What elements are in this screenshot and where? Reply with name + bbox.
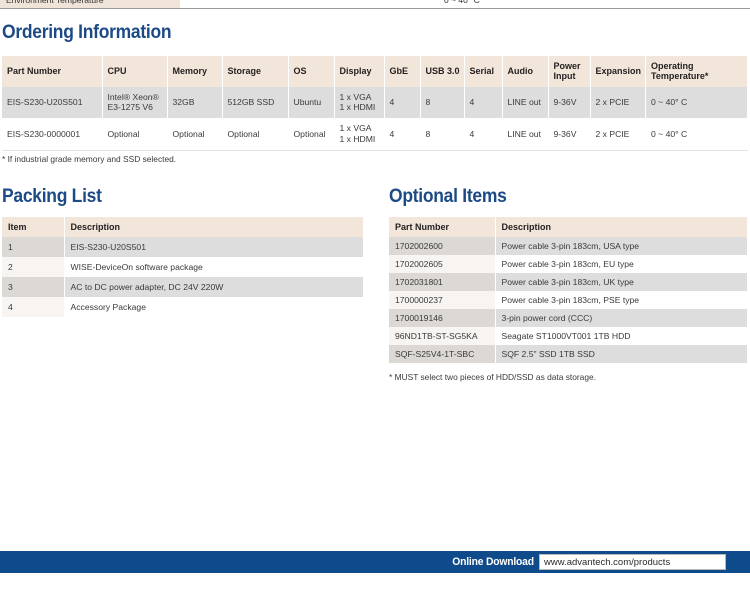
datasheet-page: Environment Temperature 0 ~ 40° C Orderi… <box>0 0 750 591</box>
cell-audio: LINE out <box>502 118 549 151</box>
table-row: 1702031801 Power cable 3-pin 183cm, UK t… <box>389 273 748 291</box>
cell-gbe: 4 <box>384 86 421 119</box>
table-row: 1 EIS-S230-U20S501 <box>2 237 364 257</box>
cell-description: Power cable 3-pin 183cm, USA type <box>495 237 748 255</box>
table-row: 96ND1TB-ST-SG5KA Seagate ST1000VT001 1TB… <box>389 327 748 345</box>
cell-power-input: 9-36V <box>548 118 591 151</box>
col-serial: Serial <box>464 56 503 87</box>
col-usb3: USB 3.0 <box>420 56 465 87</box>
packing-list-table: Item Description 1 EIS-S230-U20S501 2 WI… <box>2 217 364 317</box>
table-row: 1702002600 Power cable 3-pin 183cm, USA … <box>389 237 748 255</box>
col-operating-temperature: Operating Temperature* <box>645 56 748 87</box>
cell-expansion: 2 x PCIE <box>590 86 647 119</box>
packing-list-title: Packing List <box>2 186 102 207</box>
cell-operating-temperature: 0 ~ 40° C <box>645 118 748 151</box>
table-row: 2 WISE-DeviceOn software package <box>2 257 364 277</box>
col-display: Display <box>334 56 385 87</box>
cell-description: EIS-S230-U20S501 <box>64 237 364 257</box>
cell-item: 1 <box>2 237 65 257</box>
optional-items-table: Part Number Description 1702002600 Power… <box>389 217 748 363</box>
table-row: 1700000237 Power cable 3-pin 183cm, PSE … <box>389 291 748 309</box>
cell-audio: LINE out <box>502 86 549 119</box>
col-power-input: Power Input <box>548 56 591 87</box>
cell-description: Accessory Package <box>64 297 364 317</box>
cell-os: Ubuntu <box>288 86 335 119</box>
cell-display: 1 x VGA 1 x HDMI <box>334 118 385 151</box>
cell-gbe: 4 <box>384 118 421 151</box>
cell-part-number: 1700000237 <box>389 291 496 309</box>
col-part-number: Part Number <box>389 217 496 237</box>
table-header-row: Item Description <box>2 217 364 237</box>
top-cutoff-spec-row: Environment Temperature 0 ~ 40° C <box>0 0 750 9</box>
cell-part-number: 1702002600 <box>389 237 496 255</box>
footer-bar: Online Download www.advantech.com/produc… <box>0 551 750 573</box>
cell-memory: 32GB <box>167 86 223 119</box>
cell-serial: 4 <box>464 86 503 119</box>
cell-usb3: 8 <box>420 118 465 151</box>
cell-part-number: 96ND1TB-ST-SG5KA <box>389 327 496 345</box>
cell-description: SQF 2.5" SSD 1TB SSD <box>495 345 748 363</box>
cell-serial: 4 <box>464 118 503 151</box>
table-row: 1702002605 Power cable 3-pin 183cm, EU t… <box>389 255 748 273</box>
online-download-label: Online Download <box>452 556 534 568</box>
cell-cpu: Intel® Xeon® E3-1275 V6 <box>102 86 168 119</box>
ordering-information-title: Ordering Information <box>2 22 172 43</box>
table-row: SQF-S25V4-1T-SBC SQF 2.5" SSD 1TB SSD <box>389 345 748 363</box>
col-expansion: Expansion <box>590 56 647 87</box>
col-os: OS <box>288 56 335 87</box>
col-cpu: CPU <box>102 56 168 87</box>
cell-storage: Optional <box>222 118 289 151</box>
spec-row-label: Environment Temperature <box>0 0 180 8</box>
cell-description: 3-pin power cord (CCC) <box>495 309 748 327</box>
cell-item: 3 <box>2 277 65 297</box>
cell-usb3: 8 <box>420 86 465 119</box>
download-url-field[interactable]: www.advantech.com/products <box>539 554 726 570</box>
table-row: EIS-S230-U20S501 Intel® Xeon® E3-1275 V6… <box>2 86 748 119</box>
table-row: 3 AC to DC power adapter, DC 24V 220W <box>2 277 364 297</box>
cell-description: Power cable 3-pin 183cm, EU type <box>495 255 748 273</box>
col-part-number: Part Number <box>2 56 103 87</box>
table-row: 4 Accessory Package <box>2 297 364 317</box>
cell-part-number: EIS-S230-0000001 <box>2 118 103 151</box>
table-header-row: Part Number Description <box>389 217 748 237</box>
ordering-information-table: Part Number CPU Memory Storage OS Displa… <box>2 56 748 151</box>
cell-expansion: 2 x PCIE <box>590 118 647 151</box>
cell-operating-temperature: 0 ~ 40° C <box>645 86 748 119</box>
cell-cpu: Optional <box>102 118 168 151</box>
ordering-footnote: * If industrial grade memory and SSD sel… <box>2 154 177 164</box>
cell-description: Seagate ST1000VT001 1TB HDD <box>495 327 748 345</box>
cell-description: AC to DC power adapter, DC 24V 220W <box>64 277 364 297</box>
cell-power-input: 9-36V <box>548 86 591 119</box>
optional-items-title: Optional Items <box>389 186 507 207</box>
optional-items-footnote: * MUST select two pieces of HDD/SSD as d… <box>389 372 596 382</box>
table-row: EIS-S230-0000001 Optional Optional Optio… <box>2 118 748 151</box>
cell-part-number: 1700019146 <box>389 309 496 327</box>
cell-item: 2 <box>2 257 65 277</box>
cell-part-number: EIS-S230-U20S501 <box>2 86 103 119</box>
col-gbe: GbE <box>384 56 421 87</box>
col-description: Description <box>64 217 364 237</box>
cell-part-number: 1702002605 <box>389 255 496 273</box>
cell-display: 1 x VGA 1 x HDMI <box>334 86 385 119</box>
col-description: Description <box>495 217 748 237</box>
cell-item: 4 <box>2 297 65 317</box>
col-audio: Audio <box>502 56 549 87</box>
table-row: 1700019146 3-pin power cord (CCC) <box>389 309 748 327</box>
cell-part-number: SQF-S25V4-1T-SBC <box>389 345 496 363</box>
cell-description: WISE-DeviceOn software package <box>64 257 364 277</box>
table-header-row: Part Number CPU Memory Storage OS Displa… <box>2 56 748 87</box>
col-memory: Memory <box>167 56 223 87</box>
cell-memory: Optional <box>167 118 223 151</box>
cell-description: Power cable 3-pin 183cm, UK type <box>495 273 748 291</box>
col-storage: Storage <box>222 56 289 87</box>
cell-os: Optional <box>288 118 335 151</box>
spec-row-value: 0 ~ 40° C <box>180 0 750 8</box>
col-item: Item <box>2 217 65 237</box>
cell-part-number: 1702031801 <box>389 273 496 291</box>
cell-storage: 512GB SSD <box>222 86 289 119</box>
cell-description: Power cable 3-pin 183cm, PSE type <box>495 291 748 309</box>
